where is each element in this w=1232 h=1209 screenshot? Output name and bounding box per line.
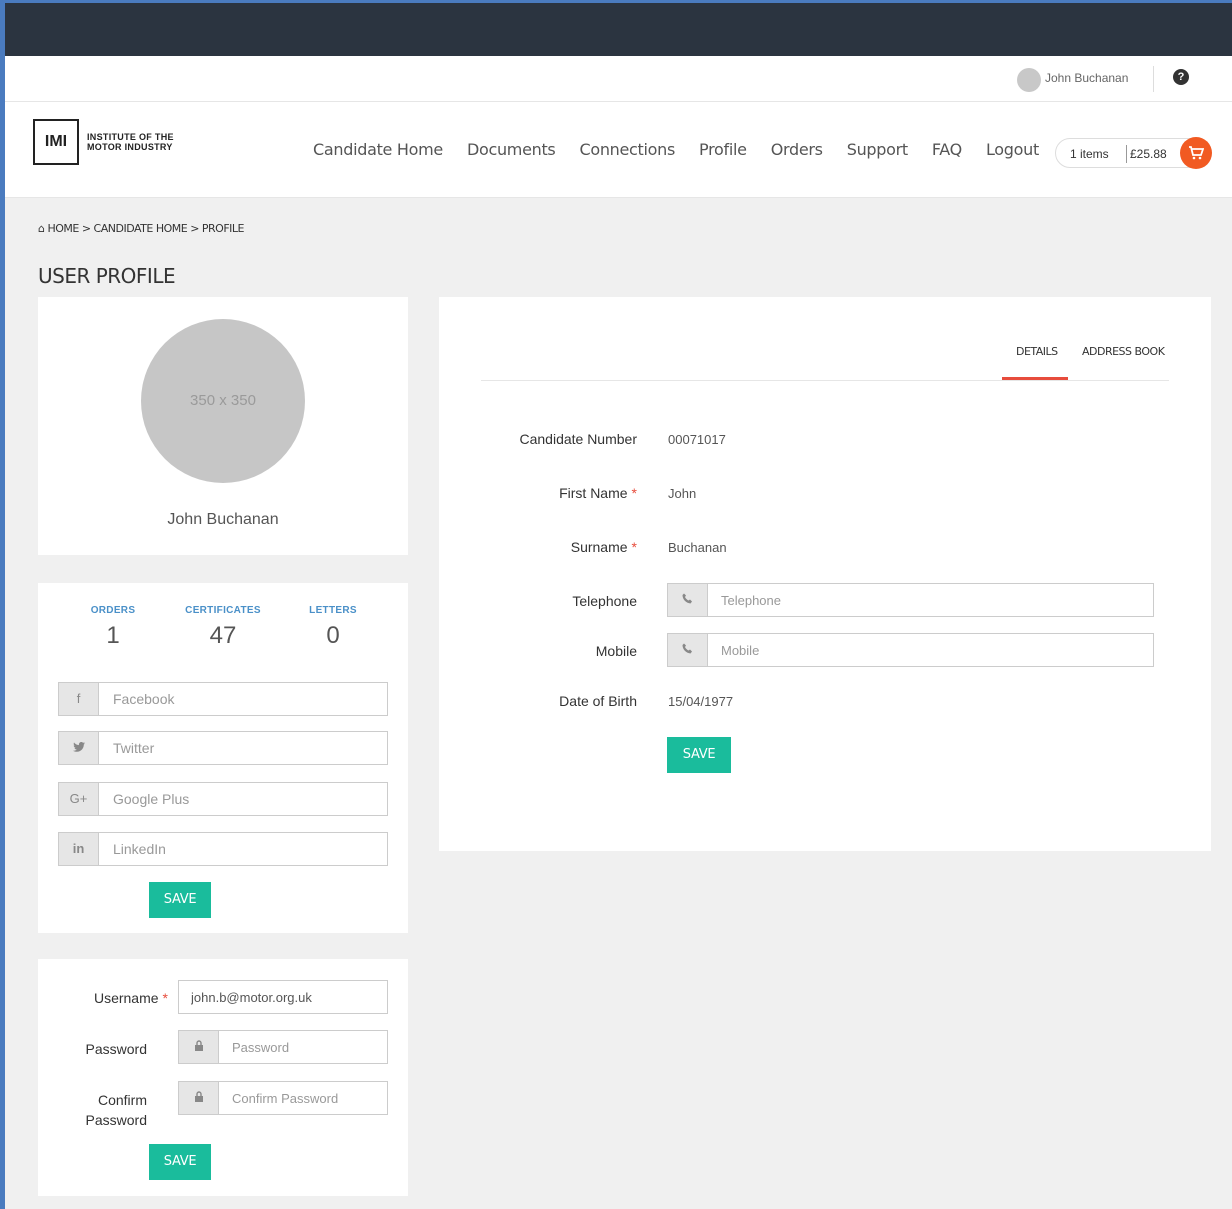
twitter-field [58,731,388,765]
tab-details[interactable]: DETAILS [1016,345,1058,358]
telephone-field [667,583,1154,617]
phone-icon [668,584,708,616]
confirm-password-field [178,1081,388,1115]
nav-documents[interactable]: Documents [467,140,556,159]
lock-icon [179,1031,219,1063]
phone-icon [668,634,708,666]
nav-orders[interactable]: Orders [771,140,823,159]
facebook-icon: f [59,683,99,715]
confirm-password-label: Confirm Password [85,1092,147,1128]
required-marker: * [162,990,168,1006]
cart-divider [1126,145,1127,163]
tab-address-book[interactable]: ADDRESS BOOK [1082,345,1165,358]
google-plus-input[interactable] [100,783,387,815]
surname-label-text: Surname [570,539,628,555]
nav-candidate-home[interactable]: Candidate Home [313,140,443,159]
user-bar: John Buchanan ? [5,56,1232,102]
stat-letters-label: LETTERS [309,605,357,616]
mobile-input[interactable] [709,634,1153,666]
dob-value: 15/04/1977 [668,694,734,709]
logo-line-1: INSTITUTE OF THE [87,132,174,142]
profile-full-name: John Buchanan [167,511,279,528]
stat-orders-value: 1 [106,622,120,649]
twitter-icon [59,732,99,764]
logo-text: INSTITUTE OF THE MOTOR INDUSTRY [87,132,174,152]
surname-label: Surname * [439,539,637,555]
linkedin-field: in [58,832,388,866]
details-card: DETAILS ADDRESS BOOK Candidate Number 00… [439,297,1211,851]
details-tabs: DETAILS ADDRESS BOOK [481,297,1169,381]
required-marker: * [631,539,637,555]
first-name-label: First Name * [439,485,637,501]
page-title: USER PROFILE [38,264,176,288]
password-field [178,1030,388,1064]
top-dark-bar [5,0,1232,56]
user-avatar[interactable] [1017,68,1041,92]
profile-card: 350 x 350 John Buchanan [38,297,408,555]
social-save-button[interactable]: SAVE [149,882,211,918]
details-save-button[interactable]: SAVE [667,737,731,773]
shopping-cart-icon[interactable] [1180,137,1212,169]
google-plus-field: G+ [58,782,388,816]
nav-profile[interactable]: Profile [699,140,747,159]
mobile-label: Mobile [595,643,637,659]
stats-social-card: ORDERS 1 CERTIFICATES 47 LETTERS 0 f G+ … [38,583,408,933]
logo-line-2: MOTOR INDUSTRY [87,142,173,152]
password-input[interactable] [220,1031,387,1063]
nav-faq[interactable]: FAQ [932,140,962,159]
stat-certificates-label: CERTIFICATES [185,605,261,616]
question-circle-icon[interactable]: ? [1173,69,1189,85]
user-name[interactable]: John Buchanan [1045,71,1128,85]
divider [1153,66,1154,92]
first-name-label-text: First Name [559,485,628,501]
active-tab-indicator [1002,377,1068,380]
nav-links: Candidate Home Documents Connections Pro… [313,140,1039,159]
first-name-value: John [668,486,697,501]
username-input[interactable] [179,981,387,1013]
stat-letters[interactable]: LETTERS 0 [283,605,383,650]
linkedin-icon: in [59,833,99,865]
twitter-input[interactable] [100,732,387,764]
confirm-password-input[interactable] [220,1082,387,1114]
stat-orders[interactable]: ORDERS 1 [63,605,163,650]
lock-icon [179,1082,219,1114]
stat-letters-value: 0 [326,622,340,649]
candidate-number-value: 00071017 [668,432,726,447]
nav-connections[interactable]: Connections [579,140,675,159]
facebook-field: f [58,682,388,716]
imi-logo[interactable]: IMI [33,119,79,165]
candidate-number-label: Candidate Number [519,431,637,447]
username-field [178,980,388,1014]
cart-items: 1 items [1070,147,1109,161]
account-card: Username* Password Confirm Password SAVE [38,959,408,1196]
dob-label: Date of Birth [559,693,637,709]
telephone-label: Telephone [572,593,637,609]
stat-orders-label: ORDERS [90,605,136,616]
required-marker: * [631,485,637,501]
nav-logout[interactable]: Logout [986,140,1039,159]
mobile-field [667,633,1154,667]
cart-summary[interactable]: 1 items £25.88 [1055,137,1212,169]
username-label: Username * [58,990,168,1006]
main-navbar: IMI INSTITUTE OF THE MOTOR INDUSTRY Cand… [5,102,1232,198]
profile-avatar: 350 x 350 [141,319,305,483]
surname-value: Buchanan [668,540,727,555]
google-plus-icon: G+ [59,783,99,815]
account-save-button[interactable]: SAVE [149,1144,211,1180]
password-label: Password [85,1041,147,1057]
cart-total: £25.88 [1130,147,1167,161]
linkedin-input[interactable] [100,833,387,865]
telephone-input[interactable] [709,584,1153,616]
stat-certificates-value: 47 [209,622,237,649]
facebook-input[interactable] [100,683,387,715]
breadcrumb[interactable]: ⌂ HOME > CANDIDATE HOME > PROFILE [38,222,245,235]
username-label-text: Username [93,990,159,1006]
stat-certificates[interactable]: CERTIFICATES 47 [173,605,273,650]
nav-support[interactable]: Support [847,140,908,159]
